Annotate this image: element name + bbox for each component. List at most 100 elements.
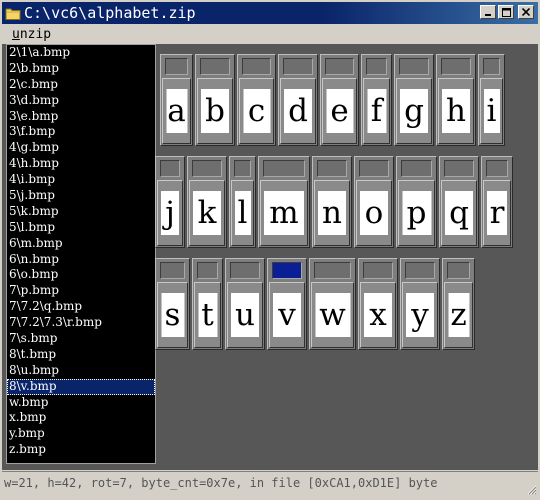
- letter-glyph: w: [315, 293, 350, 337]
- tile-body: a: [162, 78, 191, 144]
- maximize-button[interactable]: [498, 5, 514, 19]
- tile-body: z: [444, 282, 473, 348]
- file-list-item[interactable]: 4\i.bmp: [7, 172, 155, 188]
- file-list-item[interactable]: 7\7.2\7.3\r.bmp: [7, 315, 155, 331]
- file-list-item[interactable]: 3\d.bmp: [7, 93, 155, 109]
- resize-grip-icon[interactable]: [525, 480, 537, 495]
- file-list-item[interactable]: 8\v.bmp: [7, 378, 155, 395]
- letter-tile-j[interactable]: j: [155, 156, 185, 248]
- file-list-item[interactable]: 3\f.bmp: [7, 124, 155, 140]
- letter-glyph: i: [483, 89, 500, 133]
- letter-tile-d[interactable]: d: [278, 54, 318, 146]
- tile-body: d: [280, 78, 316, 144]
- file-list-item[interactable]: 7\s.bmp: [7, 331, 155, 347]
- file-list-item[interactable]: 2\1\a.bmp: [7, 45, 155, 61]
- menu-unzip-accel: u: [12, 27, 20, 42]
- tile-body: c: [239, 78, 274, 144]
- tile-header: [230, 262, 260, 279]
- letter-tile-x[interactable]: x: [358, 258, 398, 350]
- tile-header: [165, 58, 188, 75]
- letter-tile-n[interactable]: n: [312, 156, 352, 248]
- letter-tile-u[interactable]: u: [225, 258, 265, 350]
- letter-tile-q[interactable]: q: [439, 156, 479, 248]
- letter-tile-l[interactable]: l: [229, 156, 256, 248]
- letter-glyph: h: [442, 89, 470, 133]
- letter-tile-i[interactable]: i: [478, 54, 505, 146]
- letter-tile-e[interactable]: e: [320, 54, 359, 146]
- file-list-item[interactable]: 3\e.bmp: [7, 109, 155, 125]
- letter-tile-t[interactable]: t: [192, 258, 223, 350]
- letter-glyph: d: [284, 89, 312, 133]
- letter-tile-r[interactable]: r: [481, 156, 513, 248]
- tile-body: l: [231, 180, 254, 246]
- file-list-item[interactable]: 5\j.bmp: [7, 188, 155, 204]
- tile-header: [444, 160, 474, 177]
- letter-tile-o[interactable]: o: [354, 156, 394, 248]
- tile-header: [160, 262, 185, 279]
- letter-tile-y[interactable]: y: [400, 258, 440, 350]
- letter-tile-m[interactable]: m: [258, 156, 310, 248]
- file-list-item[interactable]: z.bmp: [7, 442, 155, 458]
- tile-header: [366, 58, 387, 75]
- tile-header: [405, 262, 435, 279]
- tile-header: [314, 262, 351, 279]
- letter-glyph: e: [326, 89, 353, 133]
- maximize-icon: [501, 7, 511, 17]
- letter-tile-f[interactable]: f: [361, 54, 392, 146]
- letter-tile-b[interactable]: b: [195, 54, 235, 146]
- title-bar[interactable]: C:\vc6\alphabet.zip: [2, 2, 538, 24]
- letter-tile-k[interactable]: k: [187, 156, 227, 248]
- pane-splitter[interactable]: [156, 44, 158, 470]
- letter-tile-s[interactable]: s: [155, 258, 190, 350]
- tile-header: [447, 262, 470, 279]
- letter-glyph: c: [243, 89, 270, 133]
- letter-tile-p[interactable]: p: [396, 156, 437, 248]
- letter-tile-z[interactable]: z: [442, 258, 475, 350]
- file-list-item[interactable]: y.bmp: [7, 426, 155, 442]
- file-list-item[interactable]: 6\m.bmp: [7, 236, 155, 252]
- tile-body: x: [360, 282, 396, 348]
- letter-tile-w[interactable]: w: [309, 258, 356, 350]
- tile-body: b: [197, 78, 233, 144]
- minimize-button[interactable]: [480, 5, 496, 19]
- file-list-item[interactable]: x.bmp: [7, 410, 155, 426]
- tile-body: p: [398, 180, 435, 246]
- letter-tile-g[interactable]: g: [394, 54, 434, 146]
- file-list-item[interactable]: 5\k.bmp: [7, 204, 155, 220]
- close-button[interactable]: [518, 5, 534, 19]
- tile-header: [272, 262, 302, 279]
- letter-tile-c[interactable]: c: [237, 54, 276, 146]
- tile-body: r: [483, 180, 511, 246]
- file-list-item[interactable]: 8\u.bmp: [7, 363, 155, 379]
- tile-header: [363, 262, 393, 279]
- file-list-item[interactable]: 5\l.bmp: [7, 220, 155, 236]
- status-text: w=21, h=42, rot=7, byte_cnt=0x7e, in fil…: [4, 475, 438, 490]
- tile-header: [359, 160, 389, 177]
- letter-tile-v[interactable]: v: [267, 258, 307, 350]
- file-list-item[interactable]: 4\g.bmp: [7, 140, 155, 156]
- file-list-item[interactable]: 2\b.bmp: [7, 61, 155, 77]
- letter-tile-h[interactable]: h: [436, 54, 476, 146]
- file-list-item[interactable]: 7\p.bmp: [7, 283, 155, 299]
- tile-body: g: [396, 78, 432, 144]
- tile-body: u: [227, 282, 263, 348]
- tile-header: [234, 160, 251, 177]
- letter-glyph: z: [448, 293, 469, 337]
- letter-tile-a[interactable]: a: [160, 54, 193, 146]
- file-list-item[interactable]: 2\c.bmp: [7, 77, 155, 93]
- file-list-item[interactable]: 7\7.2\q.bmp: [7, 299, 155, 315]
- file-list-item[interactable]: 8\t.bmp: [7, 347, 155, 363]
- tile-header: [160, 160, 180, 177]
- tile-body: s: [157, 282, 188, 348]
- file-list-item[interactable]: 6\o.bmp: [7, 267, 155, 283]
- file-list-item[interactable]: w.bmp: [7, 395, 155, 411]
- letter-glyph: u: [231, 293, 259, 337]
- file-list-item[interactable]: 4\h.bmp: [7, 156, 155, 172]
- menu-unzip[interactable]: unzip: [2, 27, 61, 42]
- file-list-item[interactable]: 6\n.bmp: [7, 252, 155, 268]
- app-window: C:\vc6\alphabet.zip unzip 2\1\a.bmp 2\b.b…: [0, 0, 540, 500]
- tile-body: v: [269, 282, 305, 348]
- window-controls: [480, 5, 534, 19]
- file-list[interactable]: 2\1\a.bmp 2\b.bmp 2\c.bmp 3\d.bmp 3\e.bmp 3\f…: [6, 44, 156, 464]
- letter-glyph: q: [445, 191, 473, 235]
